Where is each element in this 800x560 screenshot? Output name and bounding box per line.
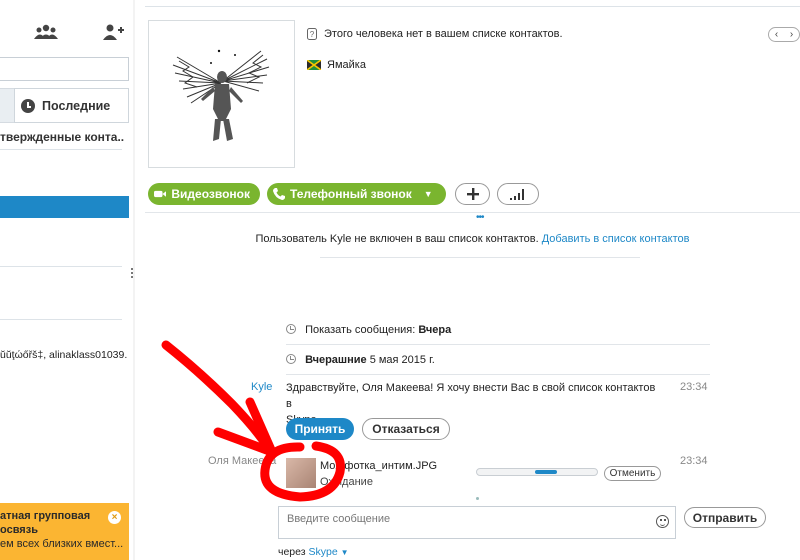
divider (0, 266, 122, 267)
divider (0, 149, 122, 150)
decline-button[interactable]: Отказаться (362, 418, 450, 440)
accept-button[interactable]: Принять (286, 418, 354, 440)
phone-call-label: Телефонный звонок (290, 187, 412, 201)
show-messages-filter[interactable]: Показать сообщения: Вчера (286, 324, 451, 336)
not-in-contacts-text: Этого человека нет в вашем списке контак… (324, 28, 563, 40)
panel-border (133, 0, 135, 560)
chevron-down-icon[interactable]: ▼ (424, 189, 433, 199)
divider (145, 6, 800, 7)
splitter-handle[interactable] (131, 268, 134, 280)
chevron-right-icon[interactable]: › (790, 29, 793, 40)
divider (286, 344, 710, 345)
send-button[interactable]: Отправить (684, 507, 766, 528)
file-time: 23:34 (680, 455, 708, 467)
promo-line: освязь (0, 524, 38, 536)
message-input[interactable] (285, 512, 645, 526)
jamaica-flag-icon (307, 60, 321, 70)
not-in-contacts-notice: Пользователь Kyle не включен в ваш списо… (145, 233, 800, 245)
question-icon: ? (307, 28, 317, 40)
file-status: Ожидание (320, 476, 373, 488)
chevron-left-icon[interactable]: ‹ (775, 29, 778, 40)
plus-icon (466, 188, 479, 200)
message-time: 23:34 (680, 381, 708, 393)
divider (145, 212, 800, 213)
send-via: через Skype ▼ (278, 546, 349, 558)
add-to-contacts-link[interactable]: Добавить в список контактов (542, 233, 690, 245)
file-thumbnail[interactable] (286, 458, 316, 488)
message-line: Здравствуйте, Оля Макеева! Я хочу внести… (286, 382, 656, 410)
emoticon-icon[interactable] (656, 515, 669, 528)
profile-navigation[interactable]: ‹ › (768, 27, 800, 42)
contact-search-input[interactable] (0, 57, 129, 81)
via-label: через (278, 546, 306, 558)
country-text: Ямайка (327, 59, 366, 71)
contact-list-item[interactable]: ŭŭţώőřš‡, alinaklass01039... (0, 349, 128, 361)
date-value: 5 мая 2015 г. (369, 354, 435, 366)
video-camera-icon (154, 190, 167, 198)
add-contact-icon[interactable] (101, 22, 125, 42)
date-label: Вчерашние (305, 354, 367, 366)
cancel-transfer-button[interactable]: Отменить (604, 466, 661, 481)
via-skype-link[interactable]: Skype (309, 546, 338, 558)
video-call-button[interactable]: Видеозвонок (148, 183, 260, 205)
date-header: Вчерашние 5 мая 2015 г. (286, 354, 435, 366)
message-composer[interactable] (278, 506, 676, 539)
file-sender[interactable]: Оля Макеева (208, 455, 276, 467)
call-quality-button[interactable] (497, 183, 539, 205)
progress-fill (535, 470, 557, 474)
not-in-contacts-line: ? Этого человека нет в вашем списке конт… (307, 28, 563, 40)
tab-recent[interactable]: Последние (14, 88, 129, 123)
chevron-down-icon[interactable]: ▼ (341, 548, 349, 557)
video-call-label: Видеозвонок (171, 187, 250, 201)
selected-contact-row[interactable] (0, 196, 129, 218)
divider (320, 257, 640, 258)
phone-call-button[interactable]: Телефонный звонок ▼ (267, 183, 446, 205)
promo-line: ем всех близких вмест... (0, 538, 124, 550)
winged-figure-avatar (172, 49, 270, 141)
add-button[interactable] (455, 183, 490, 205)
contact-group-heading[interactable]: твержденные конта... (0, 130, 124, 144)
tab-recent-label: Последние (42, 98, 111, 113)
message-sender[interactable]: Kyle (251, 381, 272, 393)
contacts-sidebar: Последние твержденные конта... ŭŭţώőřš‡,… (0, 0, 135, 560)
clock-icon (286, 324, 296, 334)
group-icon[interactable] (34, 22, 58, 42)
divider (286, 374, 710, 375)
divider (0, 319, 122, 320)
file-progress-bar (476, 468, 598, 476)
resize-handle[interactable]: ••• (476, 212, 484, 223)
signal-bars-icon (510, 188, 524, 200)
profile-picture (148, 20, 295, 168)
promo-banner[interactable]: атная групповая освязь ем всех близких в… (0, 503, 129, 560)
country-line: Ямайка (307, 59, 366, 71)
scroll-indicator (476, 497, 479, 500)
clock-icon (21, 98, 35, 113)
show-messages-label: Показать сообщения: (305, 324, 416, 336)
svg-text:?: ? (310, 30, 315, 39)
file-name[interactable]: Моя фотка_интим.JPG (320, 460, 437, 472)
tab-contacts[interactable] (0, 88, 14, 123)
clock-icon (286, 354, 296, 364)
notice-text: Пользователь Kyle не включен в ваш списо… (255, 233, 539, 245)
phone-icon (273, 188, 285, 200)
close-icon[interactable]: × (108, 511, 121, 524)
show-messages-value[interactable]: Вчера (418, 324, 451, 336)
